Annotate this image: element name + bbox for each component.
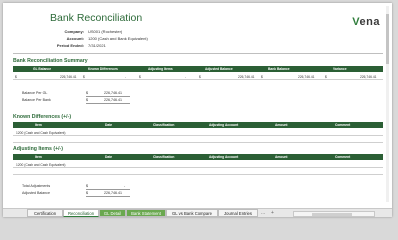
adjusting-cell[interactable]: - <box>185 75 186 79</box>
logo-text: ena <box>359 16 380 28</box>
period-value[interactable]: 7/31/2021 <box>88 43 106 48</box>
vena-logo: Vena <box>352 16 380 28</box>
tab-gl-detail[interactable]: GL Detail <box>99 209 126 217</box>
page-title: Bank Reconciliation <box>50 12 143 24</box>
tab-gl-vs-bank-compare[interactable]: GL vs Bank Compare <box>166 209 218 217</box>
bank-balance-cell[interactable]: 226,746.41 <box>298 75 315 79</box>
summary-col-gl: GL Balance <box>33 67 52 71</box>
total-adjustments-label: Total Adjustments <box>22 184 51 188</box>
known-col-date: Date <box>105 123 113 127</box>
horizontal-scroll-thumb[interactable] <box>312 212 352 216</box>
adjusting-header: Item Date Classification Adjusting Accou… <box>13 154 383 160</box>
sheet-area: Bank Reconciliation Vena Company: US001 … <box>6 6 387 202</box>
summary-col-adjusting: Adjusting Items <box>148 67 173 71</box>
add-sheet-button[interactable]: + <box>271 210 274 216</box>
adjusting-col-item: Item <box>35 155 42 159</box>
known-col-account: Adjusting Account <box>209 123 239 127</box>
known-currency: $ <box>83 74 85 79</box>
known-row: 1200 (Cash and Cash Equivalent) <box>13 129 383 136</box>
adjusted-balance-label: Adjusted Balance <box>22 191 50 195</box>
adjusted-currency: $ <box>199 74 201 79</box>
adjusting-col-comment: Comment <box>335 155 351 159</box>
logo-mark: V <box>352 16 360 28</box>
balance-per-gl-value[interactable]: 226,746.41 <box>104 91 122 95</box>
horizontal-scrollbar[interactable] <box>293 211 375 217</box>
period-label: Period Ended: <box>56 43 84 48</box>
adjusting-col-classification: Classification <box>153 155 175 159</box>
bank-currency: $ <box>261 74 263 79</box>
account-label: Account: <box>66 36 84 41</box>
variance-currency: $ <box>325 74 327 79</box>
total-adjustments-currency: $ <box>86 184 88 188</box>
adjusted-balance-currency: $ <box>86 191 88 195</box>
adjusting-col-amount: Amount <box>275 155 288 159</box>
adjusting-row: 1200 (Cash and Cash Equivalent) <box>13 161 383 168</box>
company-label: Company: <box>64 29 84 34</box>
balance-per-gl-label: Balance Per GL <box>22 91 48 95</box>
vertical-scroll-thumb[interactable] <box>386 14 389 64</box>
known-row-item[interactable]: 1200 (Cash and Cash Equivalent) <box>16 131 65 135</box>
gl-balance-cell[interactable]: 226,746.41 <box>60 75 77 79</box>
adjusting-items-title: Adjusting Items (+/-) <box>13 146 64 152</box>
known-differences-title: Known Differences (+/-) <box>13 114 72 120</box>
adjusted-underline <box>86 196 130 197</box>
balance-per-bank-value[interactable]: 226,746.41 <box>104 98 122 102</box>
vertical-scrollbar[interactable] <box>386 6 389 202</box>
company-value[interactable]: US001 (Rochester) <box>88 29 122 34</box>
summary-title: Bank Reconciliation Summary <box>13 58 88 64</box>
balance-per-bank-label: Balance Per Bank <box>22 98 51 102</box>
balance-per-gl-currency: $ <box>86 91 88 95</box>
section-divider <box>13 53 383 54</box>
summary-col-variance: Variance <box>333 67 347 71</box>
adjusting-row-item[interactable]: 1200 (Cash and Cash Equivalent) <box>16 163 65 167</box>
variance-cell[interactable]: 226,746.41 <box>360 75 377 79</box>
balance-bank-underline <box>86 103 130 104</box>
summary-col-bank: Bank Balance <box>268 67 290 71</box>
summary-header: GL Balance Known Differences Adjusting I… <box>13 66 383 72</box>
balance-per-bank-currency: $ <box>86 98 88 102</box>
adjusting-row-empty[interactable] <box>13 168 383 175</box>
summary-row: $ 226,746.41 $ - $ - $ 226,746.41 $ 226,… <box>13 73 383 80</box>
adjusting-col-date: Date <box>105 155 113 159</box>
sheet-tab-bar: Certification Reconciliation GL Detail B… <box>3 208 392 217</box>
known-col-amount: Amount <box>275 123 288 127</box>
known-col-classification: Classification <box>153 123 175 127</box>
known-row-empty[interactable] <box>13 136 383 143</box>
total-adjustments-value[interactable]: - <box>124 184 125 188</box>
account-value[interactable]: 1200 (Cash and Bank Equivalent) <box>88 36 148 41</box>
tab-journal-entries[interactable]: Journal Entries <box>218 209 258 217</box>
more-tabs-button[interactable]: ... <box>261 210 265 216</box>
summary-col-adjusted: Adjusted Balance <box>205 67 233 71</box>
adjusted-balance-value[interactable]: 226,746.41 <box>104 191 122 195</box>
balance-gl-underline <box>86 96 130 97</box>
tab-reconciliation[interactable]: Reconciliation <box>63 209 99 217</box>
tab-bank-statement[interactable]: Bank Statement <box>126 209 166 217</box>
known-col-item: Item <box>35 123 42 127</box>
adjusted-balance-cell[interactable]: 226,746.41 <box>238 75 255 79</box>
adjusting-currency: $ <box>139 74 141 79</box>
known-cell[interactable]: - <box>125 75 126 79</box>
tab-certification[interactable]: Certification <box>27 209 63 217</box>
summary-col-known: Known Differences <box>88 67 118 71</box>
known-col-comment: Comment <box>335 123 351 127</box>
known-header: Item Date Classification Adjusting Accou… <box>13 122 383 128</box>
workbook-window: Bank Reconciliation Vena Company: US001 … <box>3 3 392 217</box>
gl-currency: $ <box>15 74 17 79</box>
adjusting-col-account: Adjusting Account <box>209 155 239 159</box>
total-underline <box>86 189 130 190</box>
